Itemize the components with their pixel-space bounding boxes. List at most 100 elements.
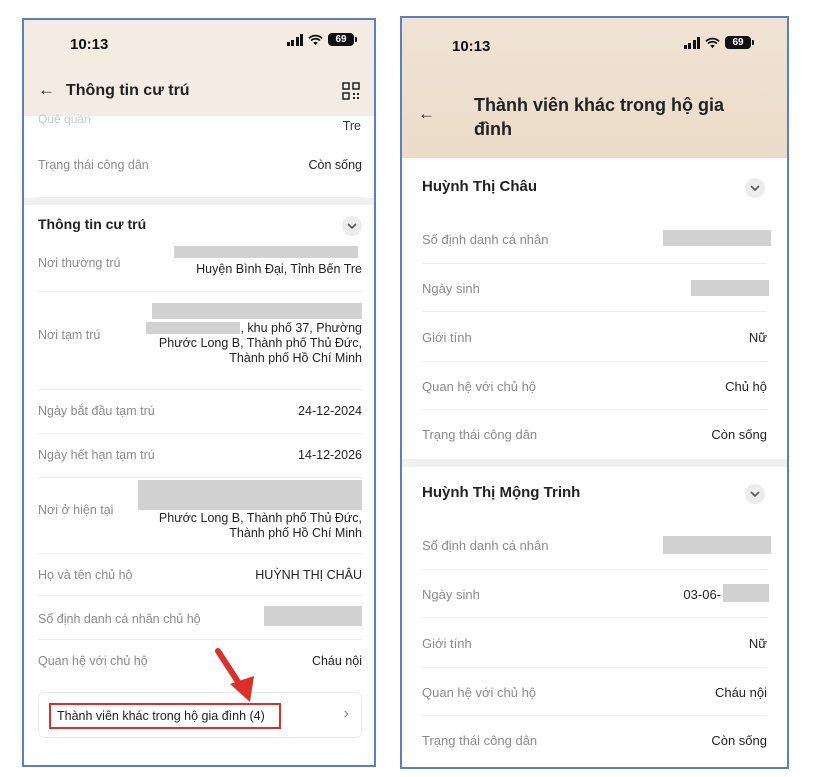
member-id-row: Số định danh cá nhân — [422, 214, 771, 264]
row-label: Số định danh cá nhân chủ hộ — [38, 612, 201, 626]
highlight-box: Thành viên khác trong hộ gia đình (4) — [49, 703, 281, 729]
redacted-value — [663, 230, 771, 246]
chevron-down-icon[interactable] — [745, 178, 765, 198]
row-label: Số định danh cá nhân — [422, 232, 549, 247]
redacted-value — [138, 480, 362, 510]
row-label: Ngày bắt đầu tạm trú — [38, 404, 155, 418]
member-name: Huỳnh Thị Châu — [422, 178, 537, 195]
row-value: Còn sống — [308, 158, 362, 172]
cut-off-row: Quê quán Tre — [24, 112, 374, 142]
status-time: 10:13 — [452, 38, 491, 55]
temporary-residence-row: Nơi tạm trú , khu phố 37, Phường Phước L… — [38, 292, 362, 390]
chevron-down-icon[interactable] — [342, 216, 362, 236]
row-label: Ngày hết hạn tạm trú — [38, 448, 155, 462]
temp-start-row: Ngày bắt đầu tạm trú 24-12-2024 — [38, 390, 362, 434]
redacted-value — [174, 246, 358, 258]
back-arrow-icon[interactable]: ← — [38, 80, 55, 100]
address-line: Phước Long B, Thành phố Thủ Đức, — [158, 336, 362, 350]
header: 10:13 69 ← Thành viên khác trong hộ gia … — [402, 18, 787, 158]
section-title: Thông tin cư trú — [38, 216, 147, 232]
section-divider — [402, 459, 787, 467]
address-line: Phước Long B, Thành phố Thủ Đức, — [158, 511, 362, 525]
row-value: Nữ — [748, 330, 767, 345]
temp-end-row: Ngày hết hạn tạm trú 14-12-2026 — [38, 434, 362, 478]
row-value: 24-12-2024 — [298, 404, 362, 418]
status-icons: 69 — [286, 33, 357, 46]
chevron-down-icon[interactable] — [745, 484, 765, 504]
row-value: Nữ — [748, 636, 767, 651]
row-label: Ngày sinh — [422, 281, 480, 296]
member-name: Huỳnh Thị Mộng Trinh — [422, 484, 581, 501]
page-title: Thông tin cư trú — [66, 82, 190, 99]
household-members-screen: 10:13 69 ← Thành viên khác trong hộ gia … — [400, 16, 789, 769]
redacted-value — [691, 280, 769, 296]
relation-row: Quan hệ với chủ hộ Cháu nội — [38, 640, 362, 682]
battery-icon: 69 — [725, 36, 754, 49]
member-id-row: Số định danh cá nhân — [422, 520, 771, 570]
row-label: Trạng thái công dân — [422, 733, 538, 748]
section-divider — [24, 198, 374, 205]
row-label: Nơi tạm trú — [38, 328, 101, 342]
member-dob-row: Ngày sinh 03-06- — [422, 570, 769, 618]
row-label: Quan hệ với chủ hộ — [422, 685, 537, 700]
member-dob-row: Ngày sinh — [422, 264, 769, 312]
row-label: Giới tính — [422, 330, 472, 345]
status-time: 10:13 — [70, 36, 109, 53]
residence-info-screen: 10:13 69 ← Thông tin cư trú Quê quán Tre… — [22, 18, 376, 767]
redacted-value — [723, 584, 769, 602]
row-value: Phước Long B, Thành phố Thủ Đức, Thành p… — [159, 511, 362, 541]
other-members-link[interactable]: Thành viên khác trong hộ gia đình (4) › — [38, 692, 362, 738]
member-status-row: Trạng thái công dân Còn sống — [422, 410, 767, 458]
row-label: Số định danh cá nhân — [422, 538, 549, 553]
member-gender-row: Giới tính Nữ — [422, 618, 767, 668]
citizen-status-row: Trạng thái công dân Còn sống — [38, 142, 362, 198]
row-value: Chủ hộ — [725, 379, 767, 394]
row-label: Quan hệ với chủ hộ — [422, 379, 537, 394]
current-residence-row: Nơi ở hiện tại Phước Long B, Thành phố T… — [38, 478, 362, 554]
row-value: 03-06- — [683, 587, 721, 602]
battery-icon: 69 — [328, 33, 357, 46]
member-status-row: Trạng thái công dân Còn sống — [422, 716, 767, 764]
permanent-residence-row: Nơi thường trú Huyện Bình Đại, Tỉnh Bến … — [38, 240, 362, 292]
address-line: Thành phố Hồ Chí Minh — [229, 526, 362, 540]
head-id-row: Số định danh cá nhân chủ hộ — [38, 596, 362, 640]
row-value: HUỲNH THỊ CHÂU — [255, 568, 362, 582]
status-bar: 10:13 69 — [402, 18, 787, 64]
page-title: Thành viên khác trong hộ gia đình — [474, 95, 725, 139]
member-relation-row: Quan hệ với chủ hộ Chủ hộ — [422, 362, 767, 410]
row-label: Họ và tên chủ hộ — [38, 568, 133, 582]
member-gender-row: Giới tính Nữ — [422, 312, 767, 362]
row-value: Còn sống — [711, 427, 767, 442]
row-label: Quan hệ với chủ hộ — [38, 654, 148, 668]
redacted-value — [264, 606, 362, 626]
status-bar: 10:13 69 — [24, 20, 374, 66]
address-line: , khu phố 37, Phường — [240, 321, 362, 335]
wifi-icon — [308, 34, 323, 45]
cellular-signal-icon — [286, 33, 303, 46]
row-value: Cháu nội — [714, 685, 767, 700]
row-value: Còn sống — [711, 733, 767, 748]
cut-off-row-value: Tre — [342, 119, 361, 133]
annotation-arrow-icon — [215, 648, 254, 702]
top-bar: ← Thông tin cư trú — [24, 66, 374, 116]
back-arrow-icon[interactable]: ← — [418, 104, 435, 124]
other-members-label: Thành viên khác trong hộ gia đình (4) — [57, 709, 265, 723]
redacted-value — [663, 536, 771, 554]
row-label: Nơi thường trú — [38, 256, 121, 270]
row-label: Trạng thái công dân — [422, 427, 538, 442]
row-label: Giới tính — [422, 636, 472, 651]
row-label: Ngày sinh — [422, 587, 480, 602]
cellular-signal-icon — [683, 36, 700, 49]
head-name-row: Họ và tên chủ hộ HUỲNH THỊ CHÂU — [38, 554, 362, 596]
qr-code-icon[interactable] — [342, 82, 360, 100]
member-relation-row: Quan hệ với chủ hộ Cháu nội — [422, 668, 767, 716]
wifi-icon — [705, 37, 720, 48]
row-value: , khu phố 37, Phường Phước Long B, Thành… — [159, 321, 362, 366]
row-value: Cháu nội — [311, 654, 362, 668]
row-label: Trạng thái công dân — [38, 158, 149, 172]
row-value: 14-12-2026 — [298, 448, 362, 462]
chevron-right-icon: › — [343, 705, 349, 722]
status-icons: 69 — [683, 36, 754, 49]
cut-off-label-fragment: Quê quán — [38, 112, 91, 126]
redacted-value — [152, 303, 362, 319]
